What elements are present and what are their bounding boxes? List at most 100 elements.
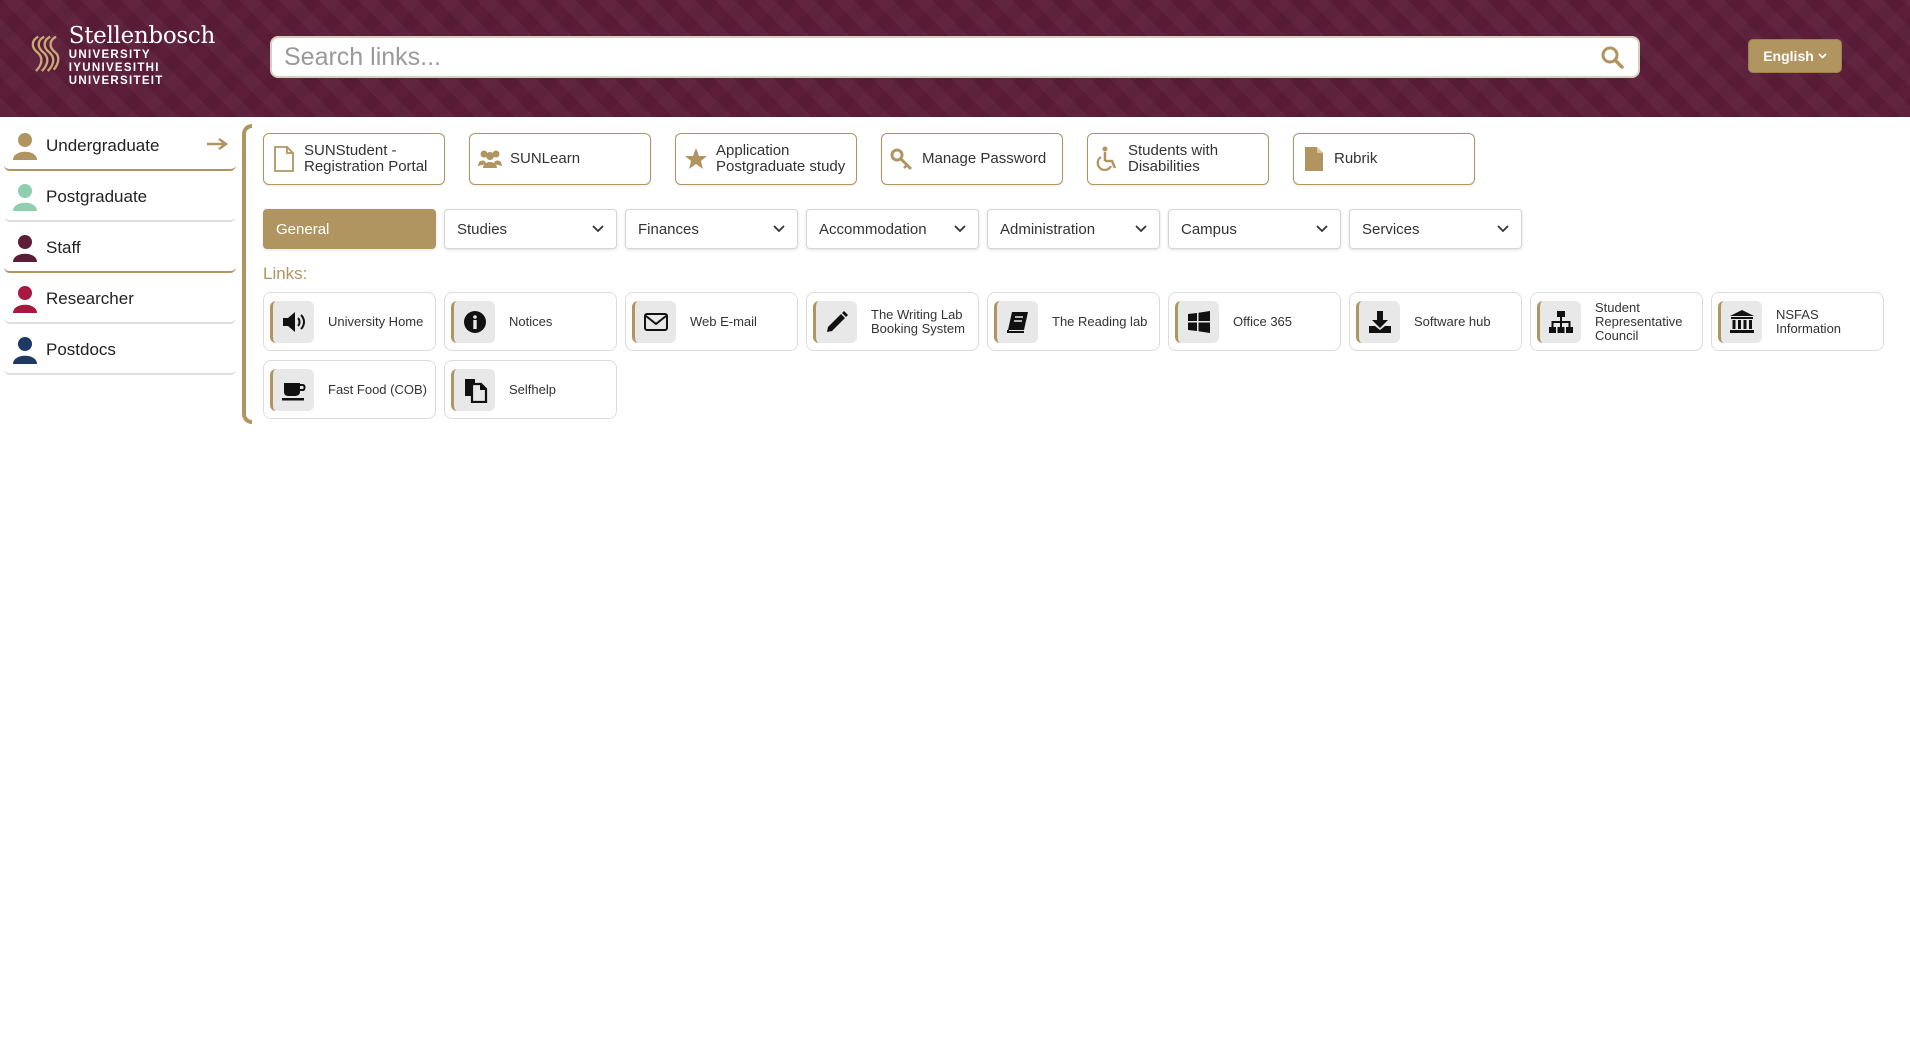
star-icon	[685, 148, 707, 169]
pencil-icon	[826, 310, 848, 332]
sidebar-item-label: Postdocs	[46, 339, 116, 359]
chevron-down-icon	[592, 225, 604, 233]
tab-label: Accommodation	[819, 220, 927, 238]
key-icon	[890, 148, 913, 171]
sidebar-item-label: Undergraduate	[46, 135, 160, 155]
link-icon-box	[270, 368, 314, 411]
bank-icon	[1729, 309, 1754, 333]
link-writing-lab[interactable]: The Writing Lab Booking System	[806, 292, 979, 351]
link-office-365[interactable]: Office 365	[1168, 292, 1341, 351]
sidebar-item-undergraduate[interactable]: Undergraduate	[4, 122, 236, 171]
file-icon	[1305, 147, 1323, 171]
coffee-icon	[281, 382, 305, 400]
speaker-icon	[282, 311, 305, 332]
quick-link-sunlearn[interactable]: SUNLearn	[469, 133, 651, 185]
search-bar	[270, 36, 1640, 78]
sidebar-item-label: Postgraduate	[46, 186, 148, 206]
link-icon-box	[1175, 300, 1219, 343]
tab-label: General	[276, 220, 330, 238]
quick-link-postgraduate-application[interactable]: Application Postgraduate study	[675, 133, 857, 185]
link-label: NSFAS Information	[1776, 306, 1842, 336]
envelope-icon	[643, 312, 668, 331]
tab-label: Finances	[638, 220, 699, 238]
chevron-down-icon	[1316, 225, 1328, 233]
document-icon	[274, 146, 294, 172]
language-label: English	[1763, 48, 1814, 64]
logo-line-2: IYUNIVESITHI	[68, 61, 160, 74]
tab-finances[interactable]: Finances	[625, 209, 798, 249]
chevron-down-icon	[954, 225, 966, 233]
link-label: Student Representative Council	[1595, 299, 1683, 343]
sidebar-item-researcher[interactable]: Researcher	[4, 275, 236, 324]
chevron-down-icon	[773, 225, 785, 233]
tab-general[interactable]: General	[263, 209, 436, 249]
chevron-down-icon	[1497, 225, 1509, 233]
tab-label: Studies	[457, 220, 508, 238]
search-input[interactable]	[272, 38, 1600, 76]
link-icon-box	[1356, 300, 1400, 343]
tab-label: Services	[1362, 220, 1420, 238]
link-student-representative-council[interactable]: Student Representative Council	[1530, 292, 1703, 351]
tab-accommodation[interactable]: Accommodation	[806, 209, 979, 249]
copy-icon	[464, 378, 487, 403]
quick-link-label: Rubrik	[1334, 150, 1378, 167]
windows-icon	[1187, 310, 1210, 333]
logo-line-1: UNIVERSITY	[68, 48, 151, 61]
links-heading: Links:	[263, 264, 308, 283]
link-web-email[interactable]: Web E-mail	[625, 292, 798, 351]
sidebar-item-postgraduate[interactable]: Postgraduate	[4, 173, 236, 222]
link-reading-lab[interactable]: The Reading lab	[987, 292, 1160, 351]
link-label: The Writing Lab Booking System	[871, 306, 965, 336]
quick-link-disabilities[interactable]: Students with Disabilities	[1087, 133, 1269, 185]
wheelchair-icon	[1096, 146, 1117, 171]
tab-campus[interactable]: Campus	[1168, 209, 1341, 249]
quick-link-label: Manage Password	[922, 150, 1047, 167]
link-fast-food[interactable]: Fast Food (COB)	[263, 360, 436, 419]
sidebar-item-postdocs[interactable]: Postdocs	[4, 326, 236, 375]
university-logo[interactable]: Stellenbosch UNIVERSITY IYUNIVESITHI UNI…	[30, 20, 215, 90]
quick-link-manage-password[interactable]: Manage Password	[881, 133, 1063, 185]
link-nsfas-information[interactable]: NSFAS Information	[1711, 292, 1884, 351]
link-icon-box	[994, 300, 1038, 343]
person-icon	[13, 234, 37, 262]
link-label: Software hub	[1414, 313, 1491, 329]
link-software-hub[interactable]: Software hub	[1349, 292, 1522, 351]
quick-link-sunstudent[interactable]: SUNStudent - Registration Portal	[263, 133, 445, 185]
link-icon-box	[632, 300, 676, 343]
person-icon	[13, 132, 37, 160]
link-label: The Reading lab	[1052, 313, 1148, 329]
chevron-down-icon	[1135, 225, 1147, 233]
link-label: Office 365	[1233, 313, 1293, 329]
quick-link-rubrik[interactable]: Rubrik	[1293, 133, 1475, 185]
tab-services[interactable]: Services	[1349, 209, 1522, 249]
book-icon	[1006, 311, 1028, 333]
link-notices[interactable]: Notices	[444, 292, 617, 351]
logo-line-3: UNIVERSITEIT	[68, 74, 164, 87]
quick-link-label: Students with Disabilities	[1128, 142, 1219, 175]
chevron-down-icon	[1818, 53, 1827, 59]
person-icon	[13, 285, 37, 313]
tab-administration[interactable]: Administration	[987, 209, 1160, 249]
link-selfhelp[interactable]: Selfhelp	[444, 360, 617, 419]
quick-link-label: SUNLearn	[510, 150, 581, 167]
link-icon-box	[1537, 300, 1581, 343]
search-icon[interactable]	[1600, 45, 1624, 69]
language-button[interactable]: English	[1748, 39, 1842, 73]
link-label: Fast Food (COB)	[328, 381, 427, 397]
tab-studies[interactable]: Studies	[444, 209, 617, 249]
link-university-home[interactable]: University Home	[263, 292, 436, 351]
link-label: Selfhelp	[509, 381, 556, 397]
quick-link-label: SUNStudent - Registration Portal	[304, 142, 428, 175]
tab-label: Campus	[1181, 220, 1237, 238]
link-label: Web E-mail	[690, 313, 757, 329]
link-icon-box	[1718, 300, 1762, 343]
tab-label: Administration	[1000, 220, 1096, 238]
link-label: Notices	[509, 313, 553, 329]
site-header: Stellenbosch UNIVERSITY IYUNIVESITHI UNI…	[0, 0, 1910, 117]
quick-link-label: Application Postgraduate study	[716, 142, 846, 175]
sidebar-item-staff[interactable]: Staff	[4, 224, 236, 273]
link-icon-box	[270, 300, 314, 343]
person-icon	[13, 336, 37, 364]
person-icon	[13, 183, 37, 211]
link-icon-box	[813, 300, 857, 343]
